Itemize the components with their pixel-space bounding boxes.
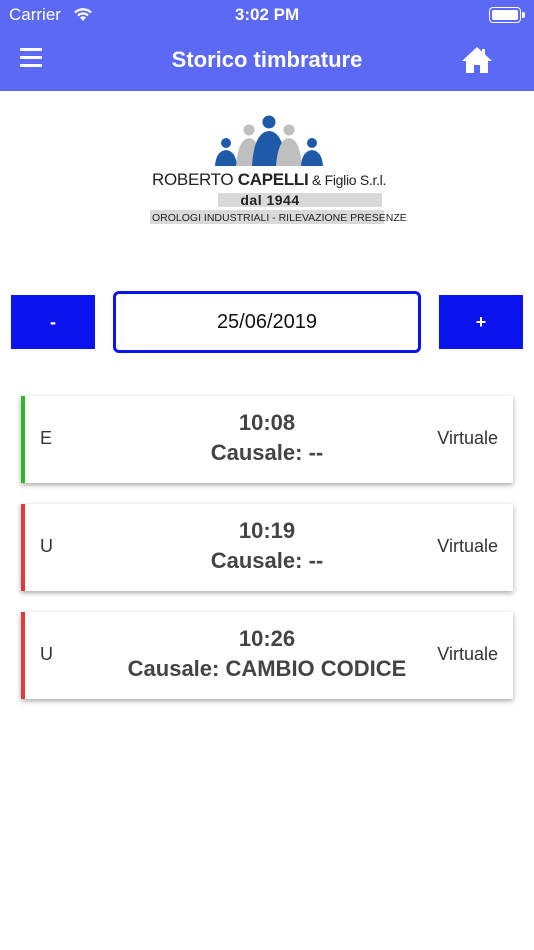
logo-tagline: OROLOGI INDUSTRIALI - RILEVAZIONE PRESEN… bbox=[152, 212, 407, 224]
entry-mode: Virtuale bbox=[437, 536, 498, 556]
battery-icon bbox=[489, 7, 521, 23]
date-field[interactable]: 25/06/2019 bbox=[113, 291, 421, 353]
company-logo: ROBERTO CAPELLI & Figlio S.r.l. dal 1944… bbox=[150, 115, 407, 225]
navigation-bar: Storico timbrature bbox=[0, 30, 534, 91]
entry-mode: Virtuale bbox=[437, 428, 498, 448]
entry-card[interactable]: U 10:26 Causale: CAMBIO CODICE Virtuale bbox=[21, 612, 513, 699]
entry-card[interactable]: E 10:08 Causale: -- Virtuale bbox=[21, 396, 513, 483]
next-day-button[interactable]: + bbox=[439, 295, 523, 349]
entry-mode: Virtuale bbox=[437, 644, 498, 664]
status-time: 3:02 PM bbox=[234, 5, 300, 24]
previous-day-button[interactable]: - bbox=[11, 295, 95, 349]
battery-tip bbox=[522, 12, 525, 18]
status-bar: Carrier 3:02 PM bbox=[0, 0, 534, 30]
people-logo-graphic bbox=[215, 115, 323, 166]
logo-since: dal 1944 bbox=[240, 192, 300, 208]
entry-card[interactable]: U 10:19 Causale: -- Virtuale bbox=[21, 504, 513, 591]
home-icon[interactable] bbox=[461, 45, 493, 75]
page-title: Storico timbrature bbox=[171, 47, 363, 72]
hamburger-menu-icon[interactable] bbox=[20, 48, 48, 72]
logo-company-name: ROBERTO CAPELLI & Figlio S.r.l. bbox=[152, 170, 387, 189]
date-picker: - 25/06/2019 + bbox=[0, 291, 534, 353]
